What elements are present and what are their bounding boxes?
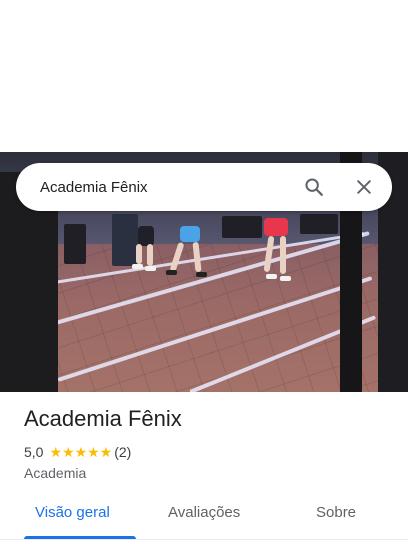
gym-machine	[64, 224, 86, 264]
person-shoe	[132, 264, 143, 269]
rating-row[interactable]: 5,0 ★★★★★ (2)	[24, 444, 131, 460]
blank-area	[0, 0, 408, 152]
search-icon[interactable]	[296, 169, 332, 205]
person-leg	[136, 244, 142, 264]
tabs-divider	[0, 539, 408, 540]
place-category[interactable]: Academia	[24, 465, 86, 481]
person-shorts-blue	[180, 226, 200, 242]
person-shoe	[266, 274, 277, 279]
gym-machine	[112, 214, 138, 266]
person-leg	[280, 236, 286, 274]
star-rating-icon: ★★★★★	[49, 444, 113, 460]
search-input[interactable]: Academia Fênix	[40, 179, 296, 196]
tab-reviews[interactable]: Avaliações	[168, 504, 240, 521]
person-shorts-dark	[138, 226, 154, 246]
person-shorts-red	[264, 218, 288, 236]
person-shoe	[280, 276, 291, 281]
tab-overview[interactable]: Visão geral	[35, 504, 110, 521]
review-count[interactable]: (2)	[114, 444, 131, 460]
rating-value: 5,0	[24, 444, 44, 460]
gym-machine	[222, 216, 262, 238]
search-bar[interactable]: Academia Fênix	[16, 163, 392, 211]
tab-bar: Visão geral Avaliações Sobre	[0, 498, 408, 544]
gym-machine	[300, 214, 338, 234]
person-shoe	[196, 272, 207, 277]
close-icon[interactable]	[346, 169, 382, 205]
tab-about[interactable]: Sobre	[316, 504, 356, 521]
person-shoe	[166, 270, 177, 275]
place-title: Academia Fênix	[24, 406, 182, 431]
person-shoe	[145, 266, 156, 271]
person-leg	[147, 244, 153, 266]
